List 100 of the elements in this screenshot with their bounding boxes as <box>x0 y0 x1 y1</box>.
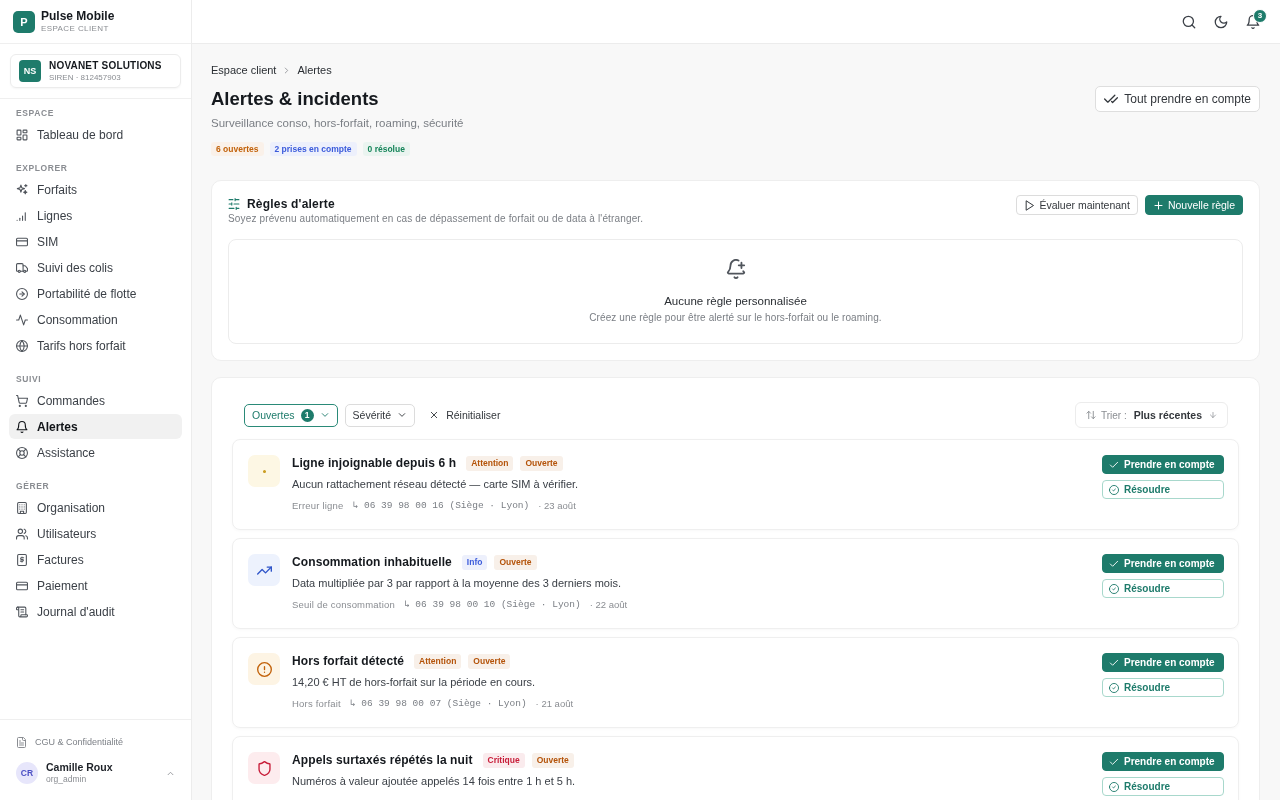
organization-card[interactable]: NS NOVANET SOLUTIONS SIREN · 812457903 <box>10 54 181 88</box>
alert-title: Appels surtaxés répétés la nuit <box>292 752 473 768</box>
signal-bars-icon <box>16 209 28 222</box>
card-subtitle: Soyez prévenu automatiquement en cas de dépassement de forfait ou de data à l'étranger. <box>228 212 644 226</box>
section-heading: ESPACE <box>15 107 55 119</box>
receipt-icon <box>16 553 28 566</box>
users-icon <box>16 527 28 540</box>
terms-link[interactable]: CGU & Confidentialité <box>16 735 124 749</box>
app-name: Pulse Mobile <box>41 9 115 23</box>
nav-item[interactable]: Assistance <box>9 440 182 465</box>
app-logo: P <box>13 10 35 33</box>
check-icon <box>1109 459 1119 470</box>
nav-item[interactable]: Organisation <box>9 495 182 520</box>
plus-icon <box>1152 199 1164 211</box>
nav-item[interactable]: Suivi des colis <box>9 255 182 280</box>
summary-badge: 2 prises en compte <box>269 142 357 156</box>
organization-name: NOVANET SOLUTIONS <box>49 59 162 72</box>
sparkles-icon <box>16 183 28 196</box>
nav-item[interactable]: Alertes <box>9 414 182 439</box>
alert-description: 14,20 € HT de hors-forfait sur la période en cours. <box>292 675 537 690</box>
close-icon <box>429 410 440 420</box>
breadcrumb-current: Alertes <box>297 63 332 77</box>
nav-item[interactable]: Forfaits <box>9 177 182 202</box>
sort-icon <box>1085 410 1096 420</box>
nav-item[interactable]: Portabilité de flotte <box>9 281 182 306</box>
play-icon <box>1024 199 1036 211</box>
search-icon[interactable] <box>1182 14 1196 29</box>
alert-title: Consommation inhabituelle <box>292 554 452 570</box>
status-badge: Ouverte <box>531 752 574 768</box>
nav-item[interactable]: Consommation <box>9 307 182 332</box>
summary-badge: 6 ouvertes <box>211 142 264 156</box>
double-check-icon <box>1104 92 1119 106</box>
lifebuoy-icon <box>16 446 28 459</box>
resolve-button[interactable]: Résoudre <box>1102 579 1224 598</box>
resolve-button[interactable]: Résoudre <box>1102 777 1224 796</box>
scroll-icon <box>16 605 28 618</box>
new-rule-button[interactable]: Nouvelle règle <box>1144 195 1243 215</box>
bell-icon[interactable] <box>1246 14 1260 29</box>
empty-state-text: Créez une règle pour être alerté sur le hors-forfait ou le roaming. <box>589 311 882 325</box>
trend-up-icon <box>248 554 280 586</box>
page-subtitle: Surveillance conso, hors-forfait, roaming, sécurité <box>211 116 464 131</box>
organization-siren: SIREN · 812457903 <box>49 72 122 83</box>
truck-icon <box>16 261 28 274</box>
filter-dropdown[interactable]: Ouvertes 1 <box>244 403 338 427</box>
section-heading: SUIVI <box>15 373 43 385</box>
nav-item[interactable]: Paiement <box>9 573 182 598</box>
section-heading: GÉRER <box>15 480 51 492</box>
breadcrumb-link[interactable]: Espace client <box>211 63 277 77</box>
moon-icon[interactable] <box>1214 14 1228 29</box>
acknowledge-button[interactable]: Prendre en compte <box>1102 653 1224 672</box>
check-icon <box>1109 657 1119 668</box>
sliders-icon <box>228 198 240 210</box>
alert-type: Erreur ligne <box>292 499 344 513</box>
reset-button[interactable]: Réinitialiser <box>422 403 508 427</box>
globe-icon <box>16 339 28 352</box>
card-icon <box>16 579 28 592</box>
resolve-button[interactable]: Résoudre <box>1102 480 1224 499</box>
user-role: org_admin <box>46 774 88 785</box>
notification-badge: 3 <box>1253 8 1267 23</box>
alert-title: Hors forfait détecté <box>292 653 405 669</box>
arrow-down-icon <box>1209 411 1217 419</box>
shield-icon <box>248 752 280 784</box>
nav-item[interactable]: Utilisateurs <box>9 521 182 546</box>
resolve-button[interactable]: Résoudre <box>1102 678 1224 697</box>
sort-dropdown[interactable]: Trier : Plus récentes <box>1074 402 1228 428</box>
organization-avatar: NS <box>19 60 41 82</box>
evaluate-button[interactable]: Évaluer maintenant <box>1016 195 1138 215</box>
document-icon <box>16 736 27 748</box>
severity-badge: Attention <box>466 455 514 471</box>
acknowledge-all-button[interactable]: Tout prendre en compte <box>1095 86 1260 112</box>
pulse-line-icon <box>16 313 28 326</box>
card-icon <box>16 235 28 248</box>
app-tagline: ESPACE CLIENT <box>41 23 110 34</box>
grid-icon <box>16 128 28 141</box>
cart-icon <box>16 394 28 407</box>
alert-date: · 23 août <box>538 499 576 513</box>
status-badge: Ouverte <box>494 554 537 570</box>
nav-item[interactable]: Tableau de bord <box>9 122 182 147</box>
nav-item[interactable]: Commandes <box>9 388 182 413</box>
alert-description: Numéros à valeur ajoutée appelés 14 fois entre 1 h et 5 h. <box>292 774 577 789</box>
nav-item[interactable]: Tarifs hors forfait <box>9 333 182 358</box>
alert-date: · 21 août <box>535 697 574 711</box>
bell-icon <box>16 420 28 433</box>
filter-dropdown[interactable]: Sévérité <box>344 403 416 427</box>
count-badge: 1 <box>300 408 314 422</box>
nav-item[interactable]: Factures <box>9 547 182 572</box>
acknowledge-button[interactable]: Prendre en compte <box>1102 554 1224 573</box>
acknowledge-button[interactable]: Prendre en compte <box>1102 752 1224 771</box>
line-reference: ↳ 06 39 98 00 16 (Siège · Lyon) <box>352 499 530 513</box>
nav-item[interactable]: Lignes <box>9 203 182 228</box>
nav-item[interactable]: Journal d'audit <box>9 599 182 624</box>
building-icon <box>16 501 28 514</box>
acknowledge-button[interactable]: Prendre en compte <box>1102 455 1224 474</box>
severity-badge: Attention <box>414 653 462 669</box>
alert-description: Data multipliée par 3 par rapport à la moyenne des 3 derniers mois. <box>292 576 622 591</box>
line-reference: ↳ 06 39 98 00 07 (Siège · Lyon) <box>349 697 527 711</box>
check-icon <box>1109 558 1119 569</box>
nav-item[interactable]: SIM <box>9 229 182 254</box>
severity-badge: Info <box>461 554 488 570</box>
empty-state-title: Aucune règle personnalisée <box>664 294 807 309</box>
